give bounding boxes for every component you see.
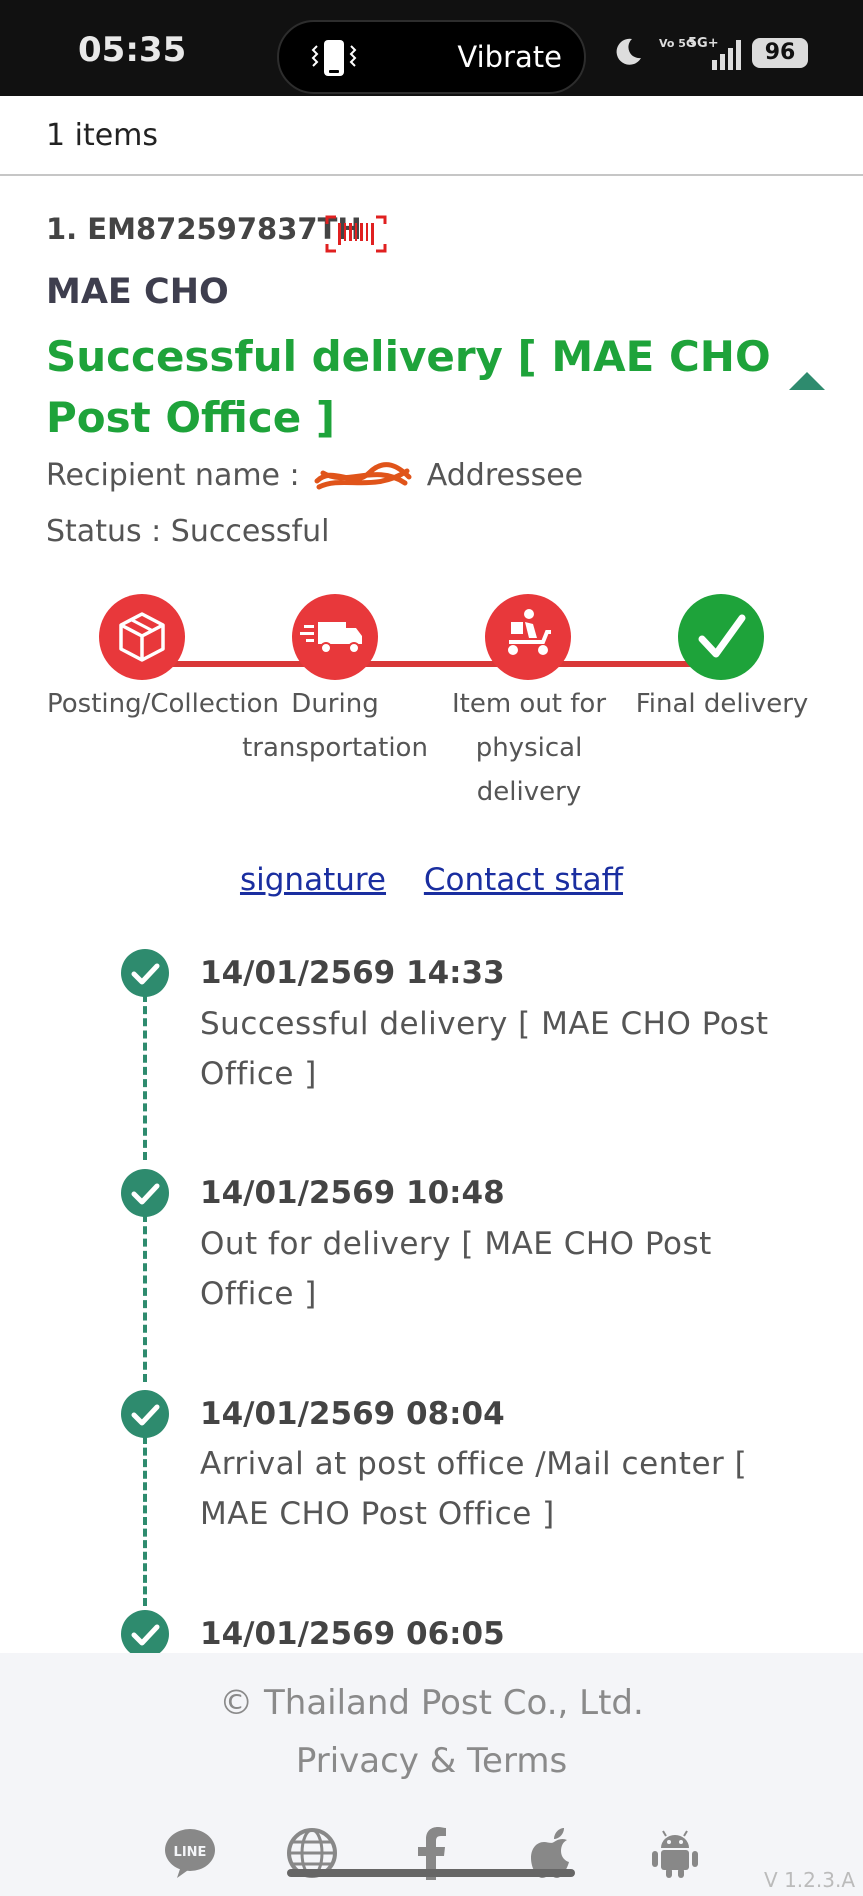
- office-name: MAE CHO: [46, 272, 229, 312]
- timeline-check-icon: [121, 1169, 169, 1217]
- timeline-check-icon: [121, 1610, 169, 1658]
- footer: © Thailand Post Co., Ltd. Privacy & Term…: [0, 1653, 863, 1896]
- step-final-delivery: [678, 594, 764, 680]
- barcode-icon[interactable]: [324, 214, 388, 254]
- timeline-time: 14/01/2569 06:05: [200, 1616, 505, 1652]
- timeline-time: 14/01/2569 10:48: [200, 1175, 505, 1211]
- timeline-check-icon: [121, 1390, 169, 1438]
- signal-bars-icon: [712, 40, 741, 70]
- timeline-time: 14/01/2569 14:33: [200, 955, 505, 991]
- tracking-number: 1. EM872597837TH: [46, 212, 362, 246]
- do-not-disturb-moon-icon: [616, 38, 641, 65]
- step-out-for-delivery: [485, 594, 571, 680]
- step-label-final: Final delivery: [635, 689, 809, 719]
- timeline-desc: Arrival at post office /Mail center [ MA…: [200, 1446, 748, 1532]
- redaction-scribble: [314, 461, 412, 489]
- recipient-name: Recipient name : Addressee: [46, 458, 583, 495]
- timeline-check-icon: [121, 949, 169, 997]
- step-label-posting: Posting/Collection: [47, 689, 279, 719]
- timeline-connector: [143, 1214, 147, 1382]
- vibrate-phone-icon: [311, 40, 357, 76]
- app-version: V 1.2.3.A: [764, 1868, 855, 1892]
- timeline-time: 14/01/2569 08:04: [200, 1396, 505, 1432]
- battery-indicator: 96: [752, 38, 808, 68]
- android-icon[interactable]: [648, 1826, 702, 1880]
- privacy-terms-link[interactable]: Privacy & Terms: [0, 1741, 863, 1781]
- package-icon: [119, 612, 165, 662]
- step-label-transport: During transportation: [242, 689, 428, 763]
- status-bar: 05:35 Vibrate Vo 5G 5G+ 96: [0, 0, 863, 96]
- timeline-connector: [143, 1436, 147, 1606]
- step-posting: [99, 594, 185, 680]
- progress-line: [142, 661, 722, 667]
- signature-link[interactable]: signature: [240, 862, 386, 898]
- clock: 05:35: [78, 30, 187, 70]
- recipient-value: Addressee: [426, 458, 584, 493]
- checkmark-icon: [698, 614, 746, 658]
- status-line: Status : Successful: [46, 514, 330, 549]
- copyright: © Thailand Post Co., Ltd.: [219, 1683, 644, 1723]
- scooter-courier-icon: [508, 609, 551, 655]
- dynamic-island: Vibrate: [277, 20, 586, 94]
- delivery-truck-icon: [300, 622, 362, 654]
- home-indicator[interactable]: [287, 1869, 575, 1877]
- action-links: signature Contact staff: [0, 862, 863, 898]
- status-headline: Successful delivery [ MAE CHO Post Offic…: [46, 332, 771, 442]
- line-icon[interactable]: LINE: [163, 1826, 217, 1880]
- timeline-desc: Out for delivery [ MAE CHO Post Office ]: [200, 1226, 712, 1312]
- items-header: 1 items: [0, 96, 863, 176]
- status-icons: Vo 5G 5G+ 96: [612, 34, 852, 74]
- line-icon-label: LINE: [174, 1845, 207, 1860]
- step-transport: [292, 594, 378, 680]
- collapse-arrow-icon[interactable]: [787, 370, 827, 392]
- items-count: 1 items: [46, 118, 159, 153]
- timeline-connector: [143, 994, 147, 1160]
- vibrate-label: Vibrate: [457, 40, 562, 74]
- timeline-desc: Successful delivery [ MAE CHO Post Offic…: [200, 1006, 769, 1092]
- step-label-out-for-delivery: Item out for physical delivery: [451, 689, 607, 807]
- contact-staff-link[interactable]: Contact staff: [424, 862, 623, 898]
- recipient-label: Recipient name :: [46, 458, 300, 493]
